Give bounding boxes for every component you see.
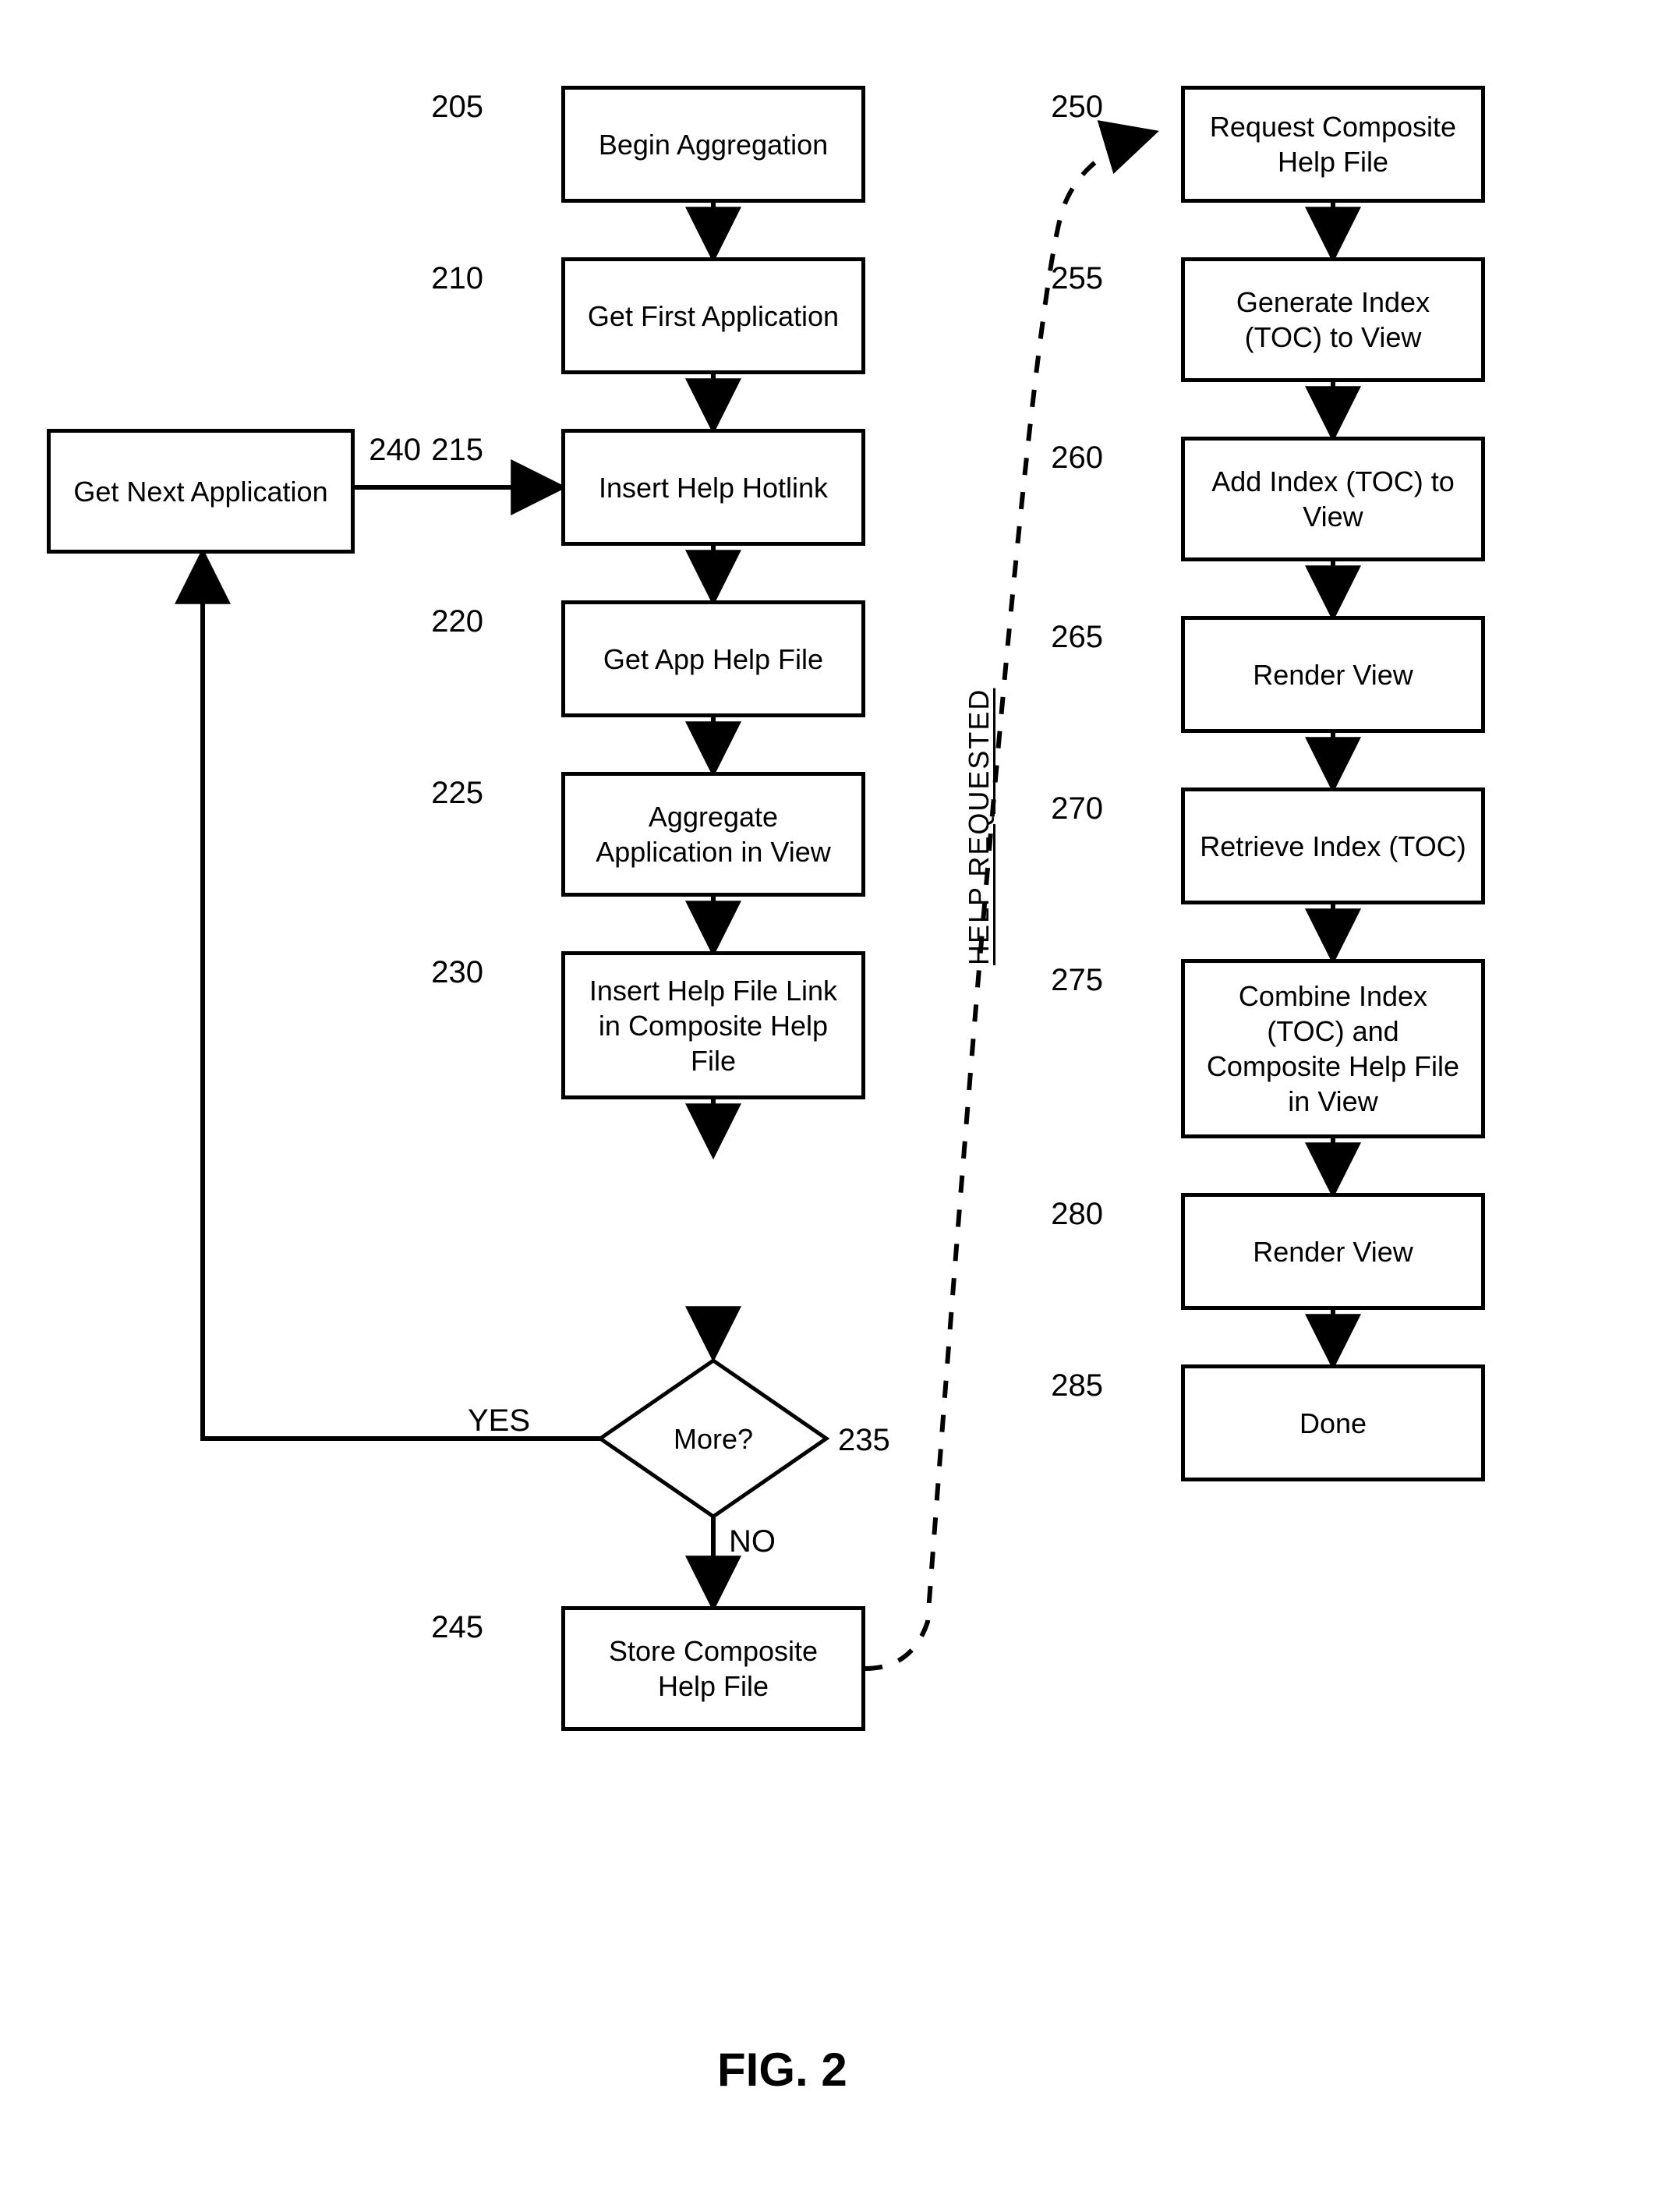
- figure-caption: FIG. 2: [717, 2043, 847, 2097]
- node-285: Done: [1181, 1364, 1485, 1481]
- node-num-225: 225: [421, 776, 483, 811]
- node-215: Insert Help Hotlink: [561, 429, 865, 546]
- node-260: Add Index (TOC) toView: [1181, 437, 1485, 561]
- node-num-250: 250: [1041, 90, 1103, 125]
- node-num-235: 235: [838, 1423, 900, 1458]
- node-270: Retrieve Index (TOC): [1181, 787, 1485, 904]
- label-no: NO: [729, 1524, 776, 1559]
- node-num-230: 230: [421, 955, 483, 990]
- node-num-245: 245: [421, 1610, 483, 1645]
- node-250: Request CompositeHelp File: [1181, 86, 1485, 203]
- node-num-210: 210: [421, 261, 483, 296]
- node-275: Combine Index(TOC) andComposite Help Fil…: [1181, 959, 1485, 1138]
- node-num-265: 265: [1041, 620, 1103, 655]
- node-265: Render View: [1181, 616, 1485, 733]
- node-num-220: 220: [421, 604, 483, 639]
- flowchart-canvas: More? 205 Begin Aggregation 210 Get Firs…: [0, 0, 1669, 2212]
- node-230: Insert Help File Linkin Composite HelpFi…: [561, 951, 865, 1099]
- label-help-requested: HELP REQUESTED: [963, 678, 995, 975]
- node-num-260: 260: [1041, 441, 1103, 476]
- node-210: Get First Application: [561, 257, 865, 374]
- node-num-275: 275: [1041, 963, 1103, 998]
- node-num-240: 240: [359, 433, 421, 468]
- label-yes: YES: [468, 1403, 530, 1439]
- node-num-280: 280: [1041, 1197, 1103, 1232]
- node-num-215: 215: [421, 433, 483, 468]
- node-225: AggregateApplication in View: [561, 772, 865, 897]
- node-num-270: 270: [1041, 791, 1103, 826]
- node-245: Store CompositeHelp File: [561, 1606, 865, 1731]
- decision-text: More?: [674, 1423, 753, 1455]
- node-num-285: 285: [1041, 1368, 1103, 1403]
- node-255: Generate Index(TOC) to View: [1181, 257, 1485, 382]
- node-num-205: 205: [421, 90, 483, 125]
- node-220: Get App Help File: [561, 600, 865, 717]
- node-280: Render View: [1181, 1193, 1485, 1310]
- node-num-255: 255: [1041, 261, 1103, 296]
- node-205: Begin Aggregation: [561, 86, 865, 203]
- node-240: Get Next Application: [47, 429, 355, 554]
